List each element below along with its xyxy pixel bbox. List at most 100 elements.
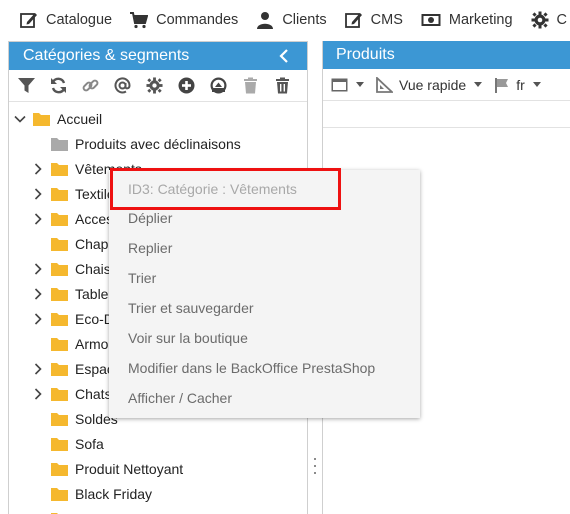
no-expander: [31, 412, 45, 426]
tree-row-label: Produit Nettoyant: [75, 460, 184, 477]
settings-button[interactable]: [143, 75, 165, 97]
nav-cms[interactable]: CMS: [344, 0, 403, 40]
refresh-button[interactable]: [47, 75, 69, 97]
ruler-icon: [376, 76, 393, 93]
tree-row[interactable]: Sofa: [9, 431, 307, 456]
language-selector[interactable]: fr: [494, 77, 553, 93]
context-menu-item[interactable]: Replier: [128, 240, 172, 256]
caret-down-icon: [532, 81, 541, 87]
highlight-annotation: [110, 168, 341, 210]
nav-label: CMS: [370, 12, 403, 28]
language-label: fr: [516, 76, 525, 93]
chevron-right-icon[interactable]: [31, 387, 45, 401]
caret-down-icon: [356, 81, 364, 87]
trash-icon: [243, 77, 257, 94]
chevron-right-icon[interactable]: [31, 162, 45, 176]
nav-label: Commandes: [156, 12, 239, 28]
nav-marketing[interactable]: Marketing: [421, 0, 513, 40]
categories-toolbar: [9, 70, 307, 102]
tree-row[interactable]: Accueil: [9, 106, 307, 131]
folder-icon: [51, 412, 68, 426]
flag-icon: [495, 77, 509, 93]
top-navigation: Catalogue Commandes Clients CMS Marketin…: [0, 0, 570, 40]
view-selector[interactable]: Vue rapide: [376, 76, 494, 93]
chevron-left-icon: [279, 49, 288, 63]
no-expander: [31, 462, 45, 476]
context-menu-item[interactable]: Modifier dans le BackOffice PrestaShop: [128, 360, 375, 376]
folder-icon: [51, 387, 68, 401]
edit-icon: [20, 13, 37, 28]
tree-row[interactable]: Produits avec déclinaisons: [9, 131, 307, 156]
categories-panel-header: Catégories & segments: [9, 42, 307, 70]
products-toolbar: Vue rapide fr: [323, 69, 570, 101]
tree-row-label: Produits avec déclinaisons: [75, 135, 241, 152]
nav-label: Catalogue: [46, 12, 113, 28]
nav-label: C: [556, 12, 568, 28]
chevron-right-icon[interactable]: [31, 362, 45, 376]
nav-clients[interactable]: Clients: [256, 0, 327, 40]
folder-icon: [51, 262, 68, 276]
export-button[interactable]: [207, 75, 229, 97]
folder-icon: [51, 212, 68, 226]
chevron-down-icon[interactable]: [13, 112, 27, 126]
link-icon: [82, 79, 98, 92]
trash-icon: [275, 77, 289, 94]
filter-icon: [17, 78, 35, 93]
view-label: Vue rapide: [399, 76, 467, 93]
window-icon: [331, 78, 348, 91]
panel-title: Produits: [336, 46, 395, 63]
money-icon: [421, 14, 441, 26]
panel-splitter[interactable]: [312, 458, 318, 474]
nav-label: Clients: [282, 12, 327, 28]
refresh-icon: [50, 77, 66, 94]
folder-icon: [51, 337, 68, 351]
context-menu-item[interactable]: Trier: [128, 270, 156, 286]
columns-button[interactable]: [331, 78, 376, 92]
folder-icon: [51, 287, 68, 301]
collapse-panel-button[interactable]: [275, 46, 293, 66]
gear-icon: [145, 77, 163, 94]
no-expander: [31, 237, 45, 251]
filter-button[interactable]: [15, 75, 37, 97]
tree-row-label: Black Friday: [75, 485, 153, 502]
context-menu-item[interactable]: Trier et sauvegarder: [128, 300, 254, 316]
at-icon: [114, 77, 131, 94]
folder-icon: [51, 162, 68, 176]
nav-label: Marketing: [448, 12, 513, 28]
folder-icon: [51, 487, 68, 501]
add-category-button[interactable]: [175, 75, 197, 97]
tree-row-label: Sofa: [75, 435, 104, 452]
tree-row[interactable]: Black Friday: [9, 481, 307, 506]
delete-button[interactable]: [239, 75, 261, 97]
nav-catalogue[interactable]: Catalogue: [20, 0, 112, 40]
nav-commandes[interactable]: Commandes: [130, 0, 238, 40]
no-expander: [31, 337, 45, 351]
tree-row-label: Chaises: [75, 511, 126, 514]
cart-icon: [130, 12, 149, 29]
caret-down-icon: [474, 81, 483, 87]
context-menu-item[interactable]: Voir sur la boutique: [128, 330, 248, 346]
panel-title: Catégories & segments: [23, 47, 190, 64]
no-expander: [31, 487, 45, 501]
chevron-right-icon[interactable]: [31, 212, 45, 226]
chevron-right-icon[interactable]: [31, 187, 45, 201]
link-button[interactable]: [79, 75, 101, 97]
nav-configure[interactable]: C: [531, 0, 567, 40]
tree-row[interactable]: Produit Nettoyant: [9, 456, 307, 481]
tree-row-label: Accueil: [57, 110, 103, 127]
folder-icon: [51, 137, 68, 151]
context-menu-item[interactable]: Déplier: [128, 210, 172, 226]
folder-icon: [51, 187, 68, 201]
upload-globe-icon: [210, 77, 226, 94]
tree-row[interactable]: Chaises: [9, 506, 307, 514]
user-icon: [257, 12, 274, 29]
chevron-right-icon[interactable]: [31, 312, 45, 326]
delete-all-button[interactable]: [271, 75, 293, 97]
context-menu-item[interactable]: Afficher / Cacher: [128, 390, 232, 406]
email-button[interactable]: [111, 75, 133, 97]
edit-icon: [344, 13, 362, 28]
chevron-right-icon[interactable]: [31, 287, 45, 301]
folder-icon: [51, 312, 68, 326]
no-expander: [31, 137, 45, 151]
chevron-right-icon[interactable]: [31, 262, 45, 276]
